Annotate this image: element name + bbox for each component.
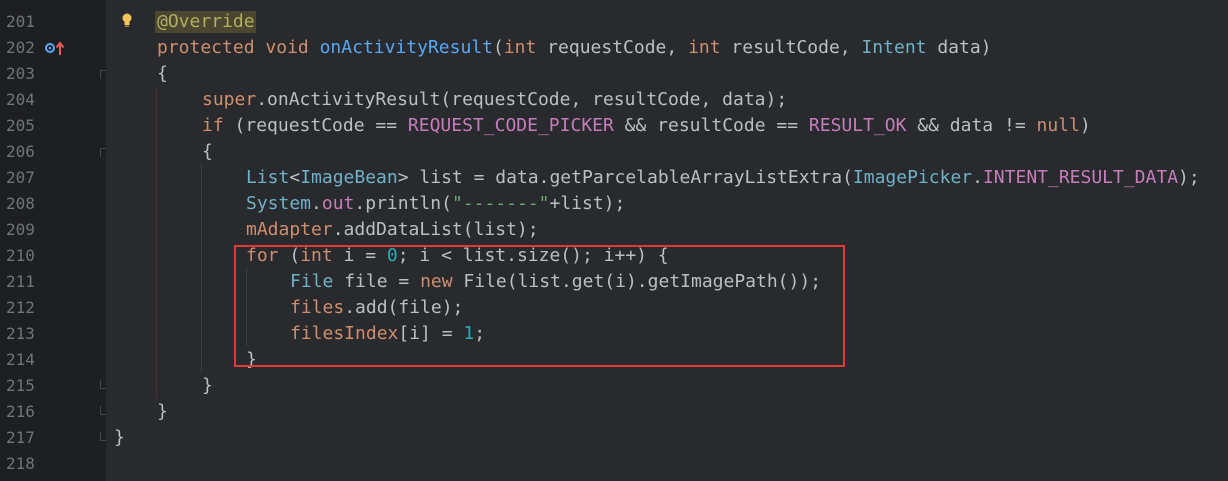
line-number: 212 <box>6 298 35 317</box>
indent-guide <box>201 164 202 372</box>
code-line-205[interactable]: if (requestCode == REQUEST_CODE_PICKER &… <box>202 113 1091 139</box>
constant: RESULT_OK <box>808 115 907 136</box>
line-number: 216 <box>6 402 35 421</box>
line-number: 207 <box>6 168 35 187</box>
code-text: resultCode, <box>720 37 862 58</box>
code-line-215[interactable]: } <box>202 373 213 399</box>
code-line-216[interactable]: } <box>157 399 168 425</box>
code-line-208[interactable]: System.out.println("-------"+list); <box>246 191 625 217</box>
constant: REQUEST_CODE_PICKER <box>407 115 614 136</box>
keyword: null <box>1036 115 1080 136</box>
code-line-207[interactable]: List<ImageBean> list = data.getParcelabl… <box>246 165 1200 191</box>
class-name: Intent <box>861 37 927 58</box>
line-number: 206 <box>6 142 35 161</box>
line-number: 211 <box>6 272 35 291</box>
code-text: ( <box>492 37 504 58</box>
code-text: && data != <box>906 115 1037 136</box>
highlight-box <box>234 245 845 367</box>
editor-gutter: 200 201 202 203 204 205 206 207 208 209 … <box>0 0 111 481</box>
code-text: < <box>289 167 301 188</box>
class-name: ImagePicker <box>852 167 973 188</box>
line-number: 200 <box>6 0 35 8</box>
code-text: .onActivityResult(requestCode, resultCod… <box>256 89 788 110</box>
constant: INTENT_RESULT_DATA <box>982 167 1179 188</box>
code-line-206[interactable]: { <box>202 139 213 165</box>
code-text: .println( <box>354 193 452 214</box>
annotation-at: @ <box>157 11 168 32</box>
keyword: int <box>503 37 537 58</box>
code-line-209[interactable]: mAdapter.addDataList(list); <box>246 217 539 243</box>
code-text: && resultCode == <box>613 115 809 136</box>
class-name: ImageBean <box>300 167 398 188</box>
code-line-201[interactable]: @Override <box>157 9 255 35</box>
line-number: 205 <box>6 116 35 135</box>
class-name: List <box>246 167 290 188</box>
line-number: 214 <box>6 350 35 369</box>
line-number: 210 <box>6 246 35 265</box>
code-text: requestCode, <box>536 37 689 58</box>
override-up-arrow-icon[interactable] <box>44 40 66 56</box>
code-line-202[interactable]: protected void onActivityResult(int requ… <box>157 35 992 61</box>
line-number: 209 <box>6 220 35 239</box>
code-text: . <box>311 193 322 214</box>
code-text: ); <box>1178 167 1200 188</box>
line-number: 218 <box>6 454 35 473</box>
keyword: protected <box>157 37 255 58</box>
code-text: > list = data.getParcelableArrayListExtr… <box>397 167 853 188</box>
line-number: 208 <box>6 194 35 213</box>
line-number: 213 <box>6 324 35 343</box>
code-text: data) <box>926 37 992 58</box>
code-text: ) <box>1079 115 1091 136</box>
light-bulb-icon[interactable] <box>121 12 133 28</box>
string-literal: "-------" <box>451 193 550 214</box>
annotation-name: Override <box>167 11 255 32</box>
keyword: super <box>202 89 257 110</box>
keyword: if <box>202 115 224 136</box>
line-number: 201 <box>6 12 35 31</box>
method-name: onActivityResult <box>319 37 493 58</box>
keyword: void <box>265 37 309 58</box>
field-name: mAdapter <box>246 219 333 240</box>
line-number: 215 <box>6 376 35 395</box>
indent-guide <box>156 88 157 398</box>
line-number: 204 <box>6 90 35 109</box>
code-text: . <box>972 167 983 188</box>
class-name: System <box>246 193 312 214</box>
keyword: int <box>688 37 721 58</box>
field-name: out <box>321 193 355 214</box>
code-text: +list); <box>549 193 626 214</box>
line-number: 202 <box>6 38 35 57</box>
code-text: (requestCode == <box>223 115 408 136</box>
code-text: .addDataList(list); <box>332 219 539 240</box>
line-number: 217 <box>6 428 35 447</box>
line-number: 203 <box>6 64 35 83</box>
code-line-204[interactable]: super.onActivityResult(requestCode, resu… <box>202 87 787 113</box>
code-line-217[interactable]: } <box>114 425 125 451</box>
code-line-203[interactable]: { <box>157 61 168 87</box>
